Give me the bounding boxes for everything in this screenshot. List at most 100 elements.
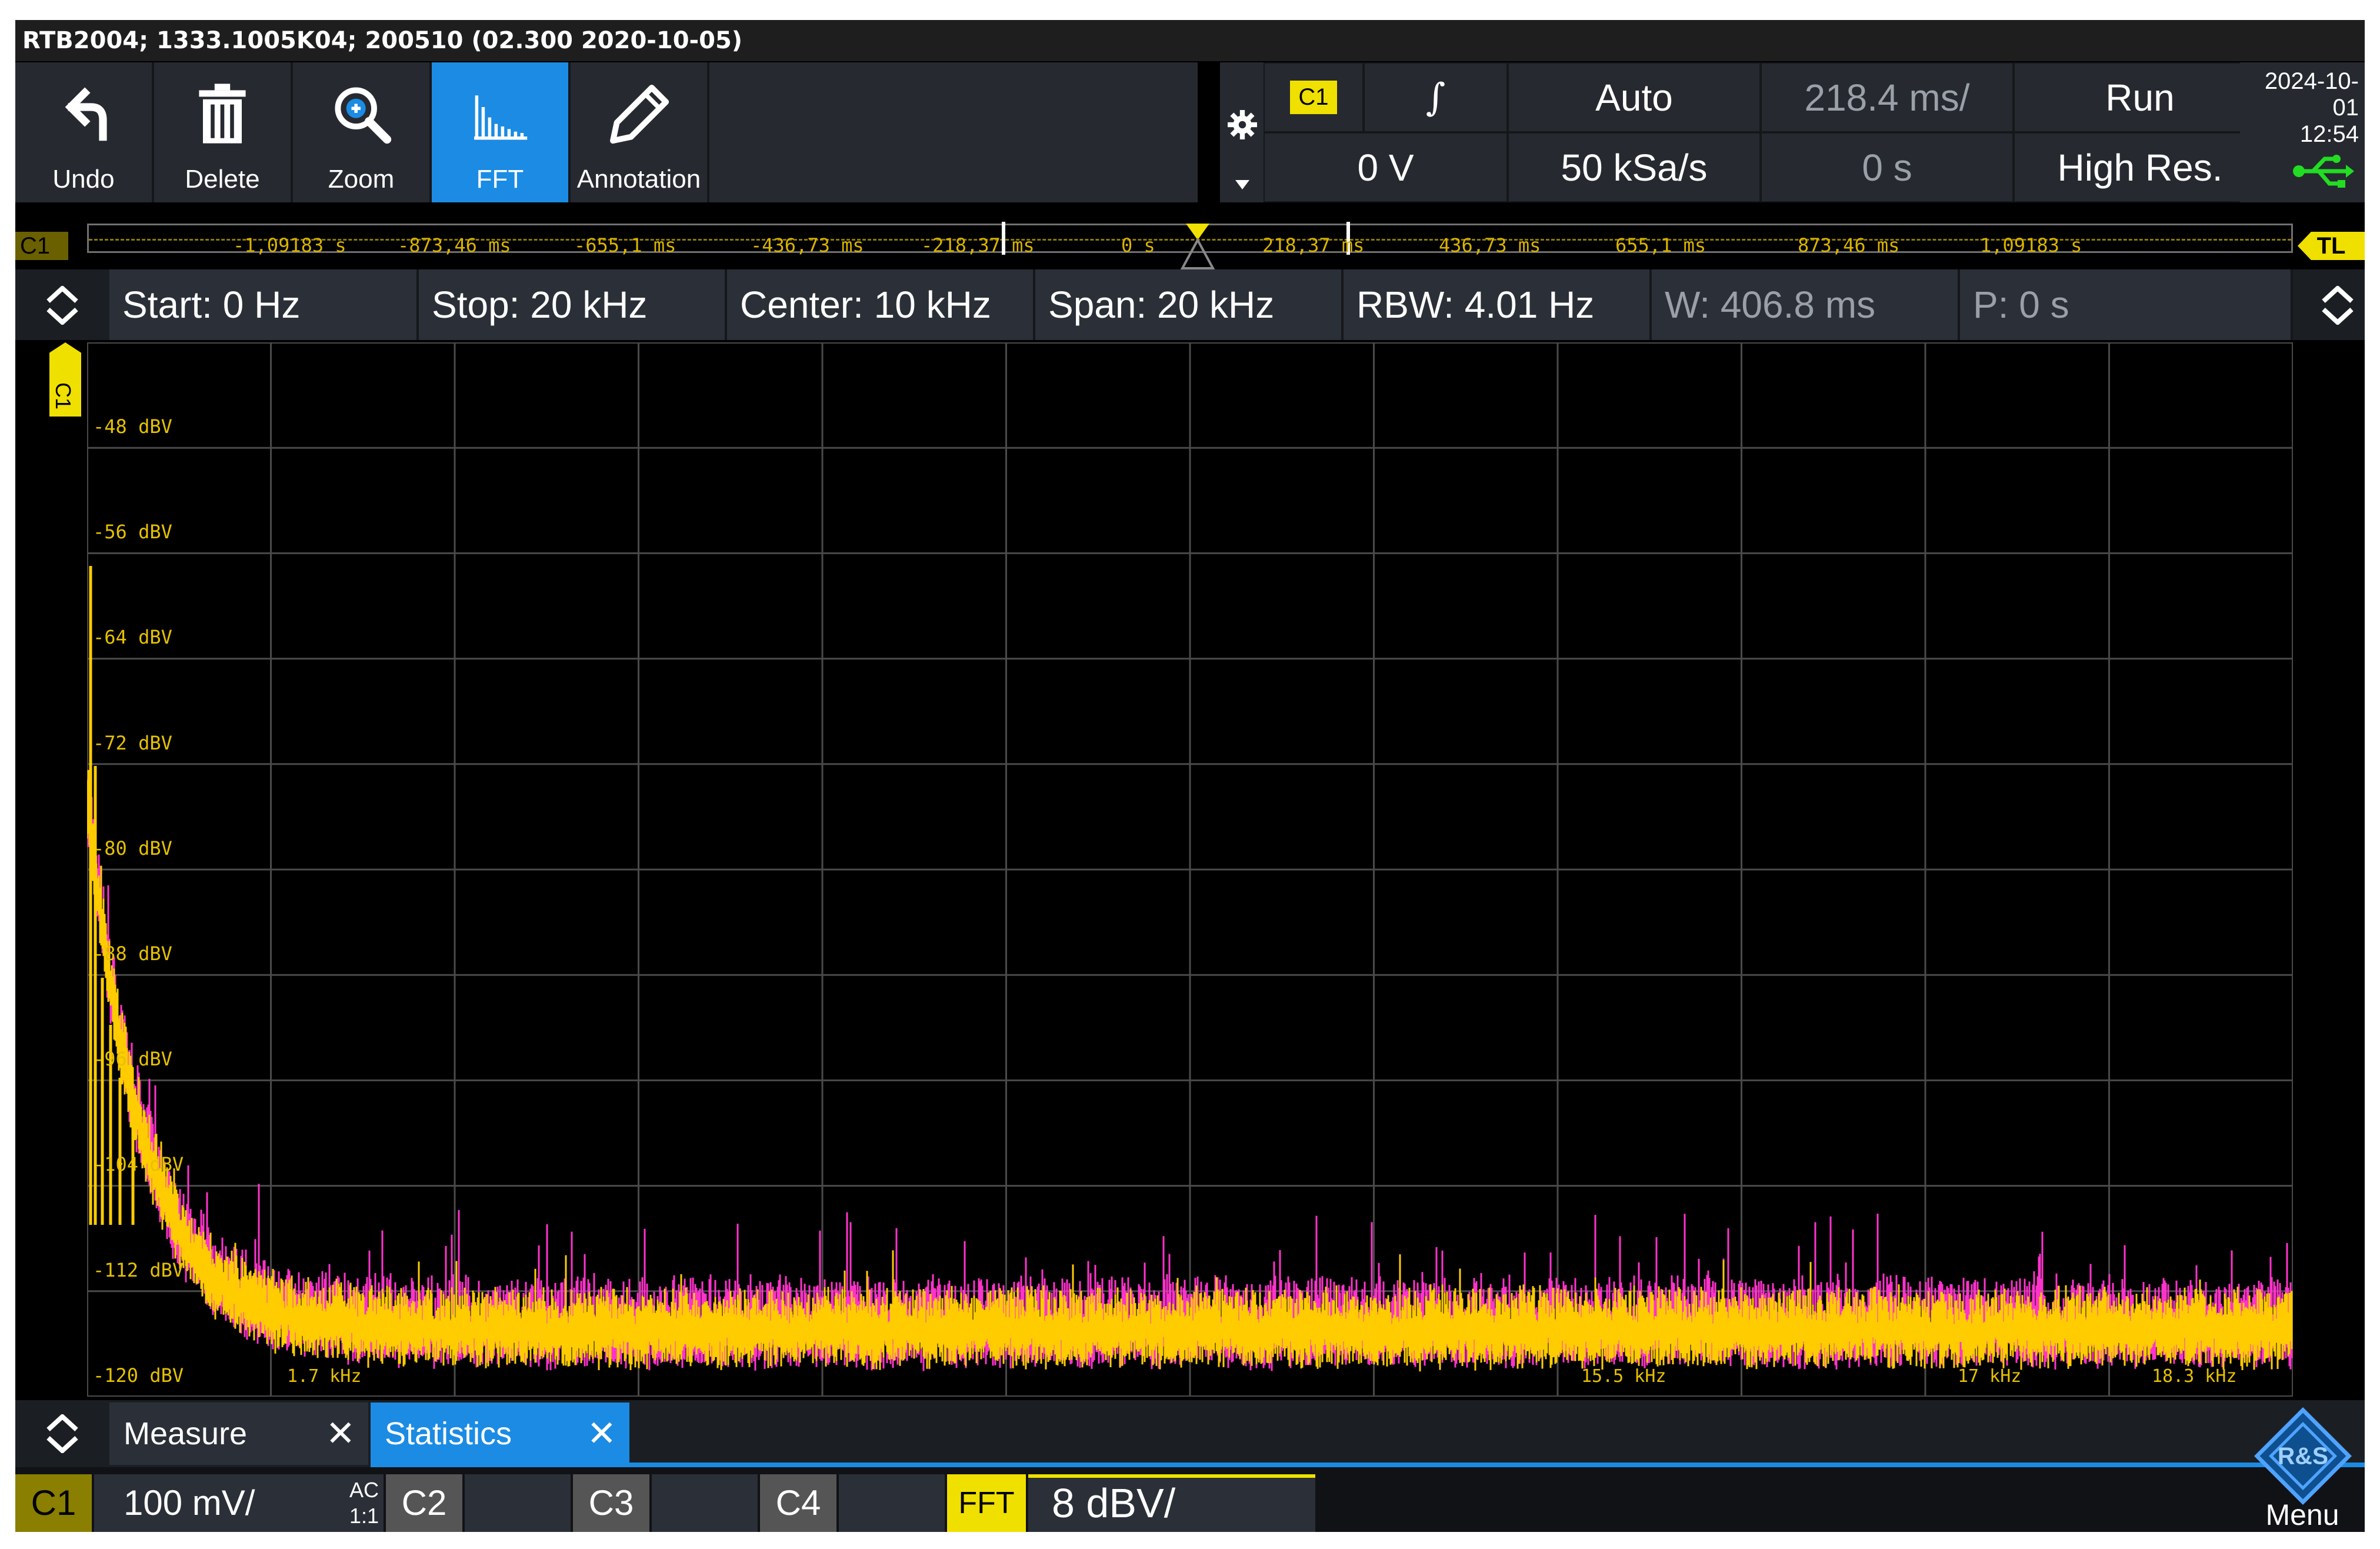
annotation-button[interactable]: Annotation [571,62,709,202]
timebase-label: 873,46 ms [1798,234,1900,256]
timebase-label: 0 s [1121,234,1155,256]
channel-c1-tag[interactable]: C1 [15,1474,92,1532]
fft-start[interactable]: Start: 0 Hz [109,269,419,340]
zoom-button[interactable]: Zoom [293,62,432,202]
time-scale[interactable]: 218.4 ms/ [1761,62,2014,132]
zoom-icon [335,87,392,144]
y-axis-label: -48 dBV [93,415,172,438]
caret-down-icon [1235,180,1249,189]
y-axis-label: -88 dBV [93,942,172,965]
spectrum-plot[interactable] [87,342,2293,1397]
x-axis-label: 18.3 kHz [2152,1366,2237,1387]
timebase-label: 655,1 ms [1615,234,1706,256]
close-icon[interactable]: ✕ [326,1403,355,1465]
trigger-source-badge: C1 [1290,81,1337,114]
plot-grid [87,342,2293,1397]
channel-c4-tag[interactable]: C4 [760,1474,836,1532]
trigger-slope-cell[interactable]: ∫ [1364,62,1508,132]
rohde-schwarz-logo-icon: R&S [2254,1407,2352,1505]
trash-icon [199,84,246,144]
oscilloscope-screen: RTB2004; 1333.1005K04; 200510 (02.300 20… [15,20,2365,1532]
toolbar: Undo Delete Zoom FFT Annotation [15,62,1220,202]
channel-marker-label: C1 [51,382,75,410]
x-axis-label: 15.5 kHz [1581,1366,1666,1387]
y-axis-label: -64 dBV [93,626,172,649]
time-offset[interactable]: 0 s [1761,132,2014,202]
menu-button[interactable]: R&S Menu [2240,1403,2365,1532]
fft-scale: 8 dBV/ [1052,1480,1176,1526]
channel-c3-tag[interactable]: C3 [573,1474,649,1532]
y-axis-label: -104 dBV [93,1153,184,1176]
tab-underline [371,1463,2365,1467]
settings-cell[interactable] [1220,62,1264,202]
trigger-mode[interactable]: Auto [1508,62,1761,132]
timebase-label: -873,46 ms [398,234,511,256]
fft-position[interactable]: P: 0 s [1960,269,2293,340]
scroll-updown-icon-right[interactable] [2321,286,2354,325]
x-axis-label: 17 kHz [1958,1366,2022,1387]
usb-icon [2293,155,2354,188]
y-axis-label: -80 dBV [93,837,172,860]
y-axis-label: -120 dBV [93,1364,184,1387]
trigger-level[interactable]: 0 V [1264,132,1508,202]
timebase-label: -655,1 ms [574,234,676,256]
y-axis-label: -56 dBV [93,521,172,544]
channel-bar: C1 100 mV/ AC 1:1 C2 C3 C4 FFT 8 dBV/ R&… [15,1407,2365,1532]
zoom-label: Zoom [328,165,395,194]
scroll-updown-icon[interactable] [46,286,79,325]
close-icon[interactable]: ✕ [587,1403,616,1465]
timebase-label: 436,73 ms [1439,234,1541,256]
trigger-source-cell[interactable]: C1 [1264,62,1364,132]
fft-center[interactable]: Center: 10 kHz [727,269,1035,340]
window-title: RTB2004; 1333.1005K04; 200510 (02.300 20… [15,20,2365,61]
tab-measure-label: Measure [124,1416,248,1451]
tab-measure[interactable]: Measure ✕ [109,1403,368,1465]
y-axis-label: -112 dBV [93,1258,184,1281]
sample-rate[interactable]: 50 kSa/s [1508,132,1761,202]
fft-stop[interactable]: Stop: 20 kHz [419,269,727,340]
undo-button[interactable]: Undo [15,62,154,202]
menu-label: Menu [2265,1498,2339,1531]
time-text: 12:54 [2299,121,2359,147]
channel-c2-tag[interactable]: C2 [386,1474,462,1532]
fft-button[interactable]: FFT [432,62,571,202]
fft-channel-settings[interactable]: 8 dBV/ [1028,1474,1315,1532]
tab-statistics[interactable]: Statistics ✕ [371,1403,629,1465]
timebase-label: 218,37 ms [1262,234,1365,256]
date-text: 2024-10-01 [2264,68,2359,121]
fft-rbw[interactable]: RBW: 4.01 Hz [1344,269,1652,340]
acquisition-status: C1 ∫ Auto 218.4 ms/ Run 0 V 50 kSa/s 0 s… [1264,62,2266,202]
logo-text: R&S [2278,1443,2328,1470]
x-axis-label: 1.7 kHz [287,1366,362,1387]
fft-span[interactable]: Span: 20 kHz [1035,269,1344,340]
channel-c4-settings[interactable] [839,1474,945,1532]
y-axis-label: -72 dBV [93,731,172,754]
channel-c1-probe: 1:1 [349,1504,379,1528]
pencil-icon [610,85,669,144]
clock: 2024-10-01 12:54 [2240,62,2365,202]
trigger-position-marker[interactable] [1180,224,1215,271]
tab-statistics-label: Statistics [385,1416,512,1451]
channel-c3-settings[interactable] [652,1474,758,1532]
channel-c1-settings[interactable]: 100 mV/ AC 1:1 [94,1474,384,1532]
fft-spectrum-icon [474,95,528,140]
run-state[interactable]: Run [2014,62,2266,132]
fft-channel-tag[interactable]: FFT [947,1474,1026,1532]
delete-label: Delete [185,165,260,194]
delete-button[interactable]: Delete [154,62,293,202]
toolbar-spacer [709,62,1198,202]
fft-window-length[interactable]: W: 406.8 ms [1652,269,1960,340]
channel-c2-settings[interactable] [465,1474,571,1532]
timebase-label: -218,37 ms [921,234,1035,256]
tabs-updown-icon[interactable] [46,1414,79,1453]
timebase-tl-tag: TL [2298,232,2365,260]
timebase-channel-tag: C1 [15,232,68,260]
undo-icon [65,87,107,141]
acquisition-mode[interactable]: High Res. [2014,132,2266,202]
bottom-tab-bar: Measure ✕ Statistics ✕ [15,1400,2365,1467]
y-axis-label: -96 dBV [93,1048,172,1071]
channel-c1-scale: 100 mV/ [124,1483,255,1523]
undo-label: Undo [52,165,115,194]
timebase-label: -1,09183 s [233,234,346,256]
fft-label: FFT [476,165,524,194]
